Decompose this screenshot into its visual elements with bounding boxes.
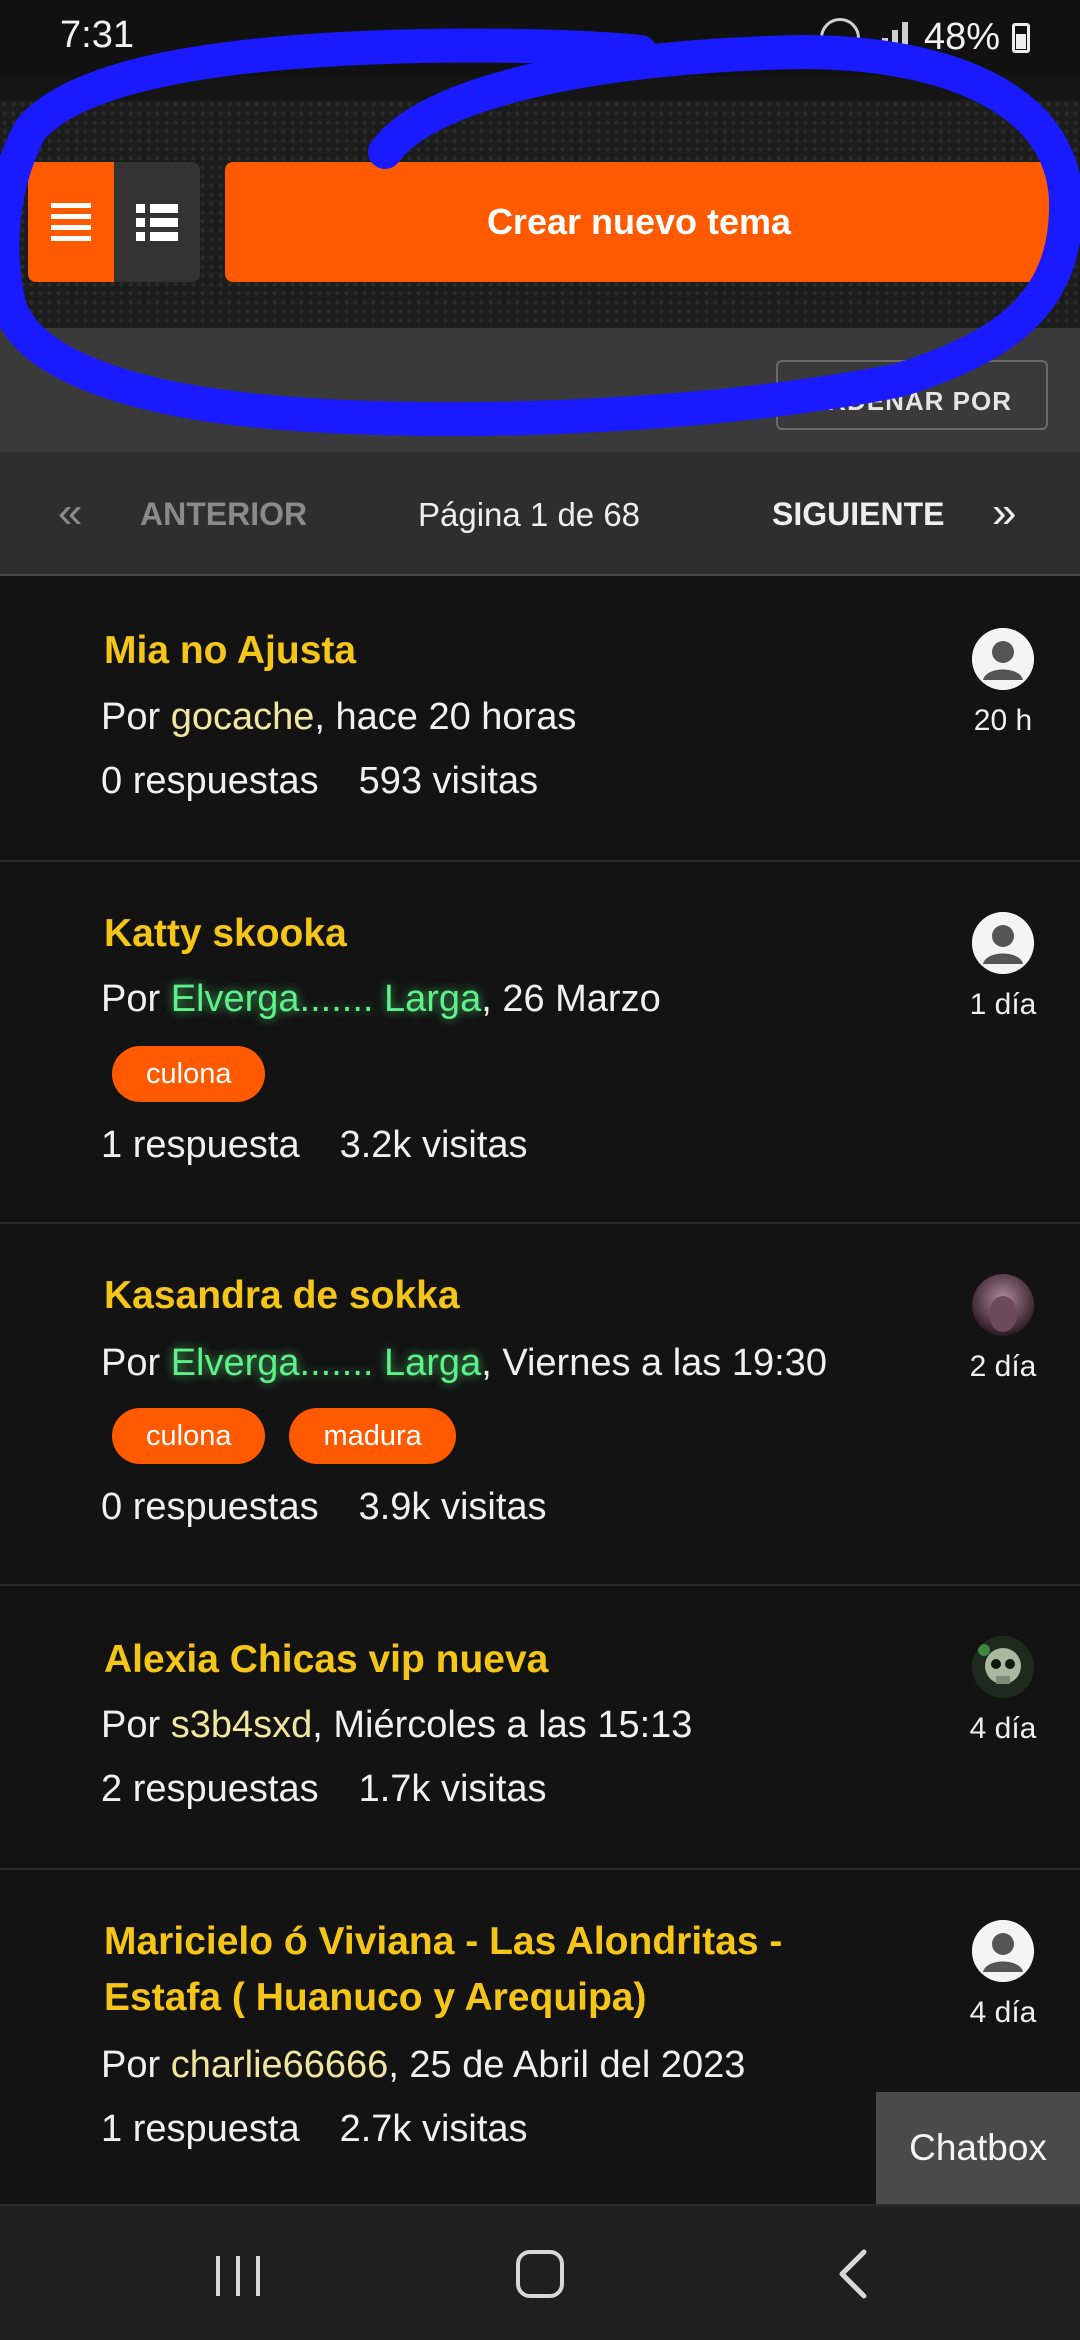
home-icon[interactable] (516, 2250, 564, 2298)
topic-author-link[interactable]: charlie66666 (171, 2044, 389, 2086)
topic-age: 20 h (973, 704, 1033, 737)
tag-badge[interactable]: madura (289, 1408, 456, 1464)
status-bar: 7:31 48% (0, 0, 1080, 76)
topic-author-link[interactable]: Elverga....... Larga (171, 1342, 482, 1384)
topic-views: 2.7k visitas (339, 2108, 528, 2150)
topic-row[interactable]: Mia no Ajusta Por gocache, hace 20 horas… (0, 578, 1080, 862)
topic-meta: Por s3b4sxd, Miércoles a las 15:13 (101, 1704, 693, 1746)
double-chevron-right-icon[interactable]: » (992, 488, 1016, 538)
compact-view-button[interactable] (28, 162, 114, 282)
compact-list-icon (51, 203, 91, 241)
tag-badge[interactable]: culona (112, 1046, 266, 1102)
detailed-list-icon (136, 203, 178, 241)
topic-replies: 0 respuestas (101, 1486, 319, 1528)
signal-icon (871, 20, 912, 56)
chatbox-button[interactable]: Chatbox (876, 2092, 1080, 2204)
topic-author-link[interactable]: s3b4sxd (171, 1704, 313, 1746)
detailed-view-button[interactable] (114, 162, 200, 282)
topic-views: 3.9k visitas (358, 1486, 547, 1528)
topic-age: 1 día (969, 988, 1037, 1021)
topic-meta: Por Elverga....... Larga, 26 Marzo (101, 978, 661, 1020)
skull-avatar-icon[interactable] (972, 1636, 1034, 1698)
topic-stats: 0 respuestas 3.9k visitas (101, 1486, 547, 1529)
previous-page-button[interactable]: ANTERIOR (140, 496, 307, 533)
sort-area: ORDENAR POR (0, 328, 1080, 452)
double-chevron-left-icon[interactable]: « (58, 488, 82, 538)
status-time: 7:31 (60, 14, 134, 56)
topic-stats: 0 respuestas 593 visitas (101, 760, 538, 803)
topic-replies: 1 respuesta (101, 1124, 300, 1166)
topic-author-link[interactable]: Elverga....... Larga (171, 978, 482, 1020)
topic-title-line: Maricielo ó Viviana - Las Alondritas - (104, 1920, 783, 1963)
topic-views: 1.7k visitas (358, 1768, 547, 1810)
topic-views: 593 visitas (358, 760, 539, 802)
topic-stats: 2 respuestas 1.7k visitas (101, 1768, 547, 1811)
view-toggle (28, 162, 200, 282)
topic-age: 4 día (969, 1996, 1037, 2029)
topic-tags: culona (112, 1046, 266, 1102)
user-avatar-icon[interactable] (972, 1920, 1034, 1982)
status-icons: 48% (819, 16, 1030, 59)
topic-title[interactable]: Kasandra de sokka (104, 1268, 460, 1324)
back-icon[interactable] (830, 2248, 882, 2300)
next-page-button[interactable]: SIGUIENTE (772, 496, 944, 533)
topic-stats: 1 respuesta 2.7k visitas (101, 2108, 528, 2151)
create-topic-button[interactable]: Crear nuevo tema (225, 162, 1053, 282)
user-avatar-icon[interactable] (972, 628, 1034, 690)
battery-icon (1012, 22, 1030, 53)
topic-row[interactable]: Alexia Chicas vip nueva Por s3b4sxd, Mié… (0, 1586, 1080, 1870)
battery-percent: 48% (923, 16, 1000, 58)
topic-title[interactable]: Maricielo ó Viviana - Las Alondritas - E… (104, 1914, 782, 2026)
topic-title[interactable]: Katty skooka (104, 906, 347, 962)
tag-badge[interactable]: culona (112, 1408, 266, 1464)
topic-meta: Por Elverga....... Larga, Viernes a las … (101, 1342, 827, 1384)
topic-replies: 2 respuestas (101, 1768, 319, 1810)
recent-apps-icon[interactable] (216, 2256, 260, 2296)
topic-meta: Por charlie66666, 25 de Abril del 2023 (101, 2044, 746, 2086)
sync-icon (819, 17, 860, 58)
sort-by-button[interactable]: ORDENAR POR (776, 360, 1048, 430)
topic-meta: Por gocache, hace 20 horas (101, 696, 577, 738)
system-nav-bar (0, 2206, 1080, 2340)
user-photo-avatar[interactable] (972, 1274, 1034, 1336)
user-avatar-icon[interactable] (972, 912, 1034, 974)
topic-age: 2 día (969, 1350, 1037, 1383)
pagination-bar: « ANTERIOR Página 1 de 68 SIGUIENTE » (0, 452, 1080, 576)
topic-row[interactable]: Kasandra de sokka Por Elverga....... Lar… (0, 1224, 1080, 1586)
topic-row[interactable]: Katty skooka Por Elverga....... Larga, 2… (0, 862, 1080, 1224)
page-indicator: Página 1 de 68 (418, 496, 641, 533)
topic-title[interactable]: Mia no Ajusta (104, 623, 356, 679)
topic-title[interactable]: Alexia Chicas vip nueva (104, 1632, 548, 1688)
topic-author-link[interactable]: gocache (171, 696, 315, 738)
app-screen: 7:31 48% Crear nuevo tema ORDENAR POR « … (0, 0, 1080, 2340)
topic-replies: 0 respuestas (101, 760, 319, 802)
topic-tags: culona madura (112, 1408, 456, 1464)
topic-stats: 1 respuesta 3.2k visitas (101, 1124, 528, 1167)
forum-toolbar: Crear nuevo tema (0, 100, 1080, 328)
topic-replies: 1 respuesta (101, 2108, 300, 2150)
topic-views: 3.2k visitas (339, 1124, 528, 1166)
topic-age: 4 día (969, 1712, 1037, 1745)
topic-title-line: Estafa ( Huanuco y Arequipa) (104, 1976, 647, 2019)
